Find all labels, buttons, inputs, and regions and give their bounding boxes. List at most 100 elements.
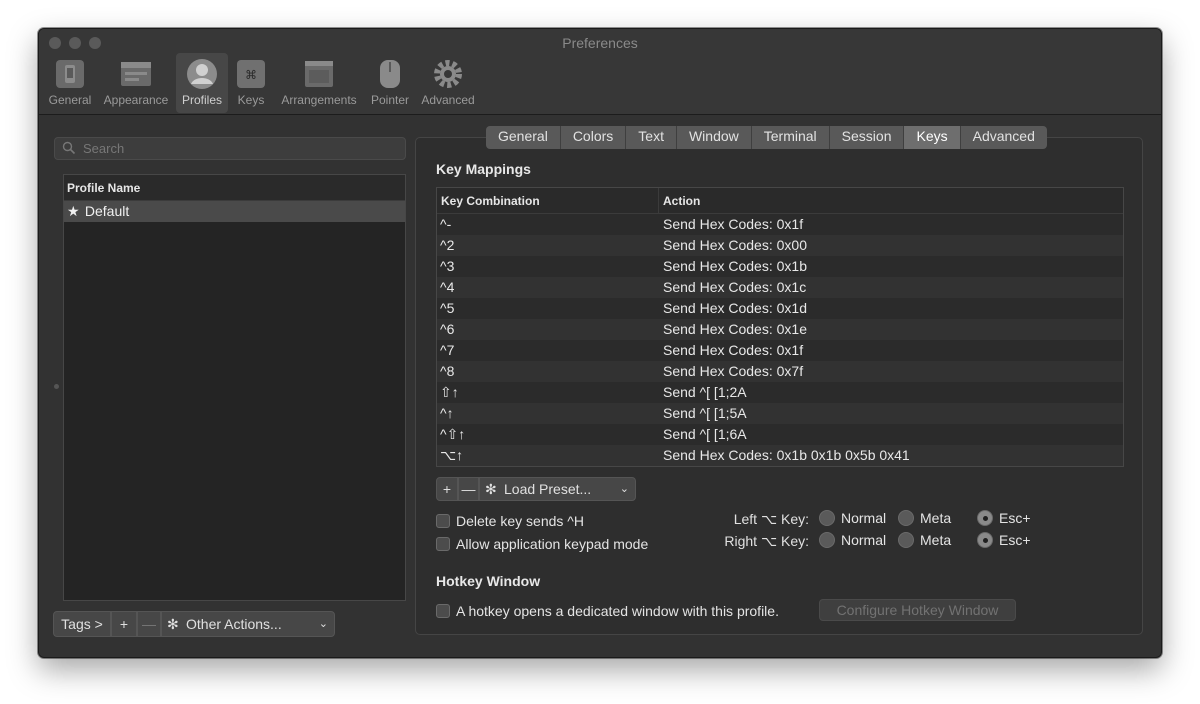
action-cell: Send Hex Codes: 0x1b 0x1b 0x5b 0x41	[663, 447, 910, 463]
action-cell: Send ^[ [1;2A	[663, 384, 747, 400]
key-combination-cell: ^3	[440, 258, 455, 274]
key-mapping-row[interactable]: ^8 Send Hex Codes: 0x7f	[437, 361, 1123, 382]
add-profile-button[interactable]: +	[111, 611, 137, 637]
star-icon: ★	[67, 203, 80, 219]
key-mapping-row[interactable]: ^↑ Send ^[ [1;5A	[437, 403, 1123, 424]
hotkey-window-title: Hotkey Window	[436, 573, 541, 589]
tags-button[interactable]: Tags >	[53, 611, 111, 637]
tab-colors[interactable]: Colors	[560, 126, 627, 149]
left-option-esc-radio[interactable]: Esc+	[977, 510, 1031, 526]
key-combination-cell: ^4	[440, 279, 455, 295]
profile-row-default[interactable]: ★ Default	[64, 201, 405, 222]
configure-hotkey-window-button[interactable]: Configure Hotkey Window	[819, 599, 1016, 621]
search-icon	[62, 141, 76, 155]
action-cell: Send ^[ [1;6A	[663, 426, 747, 442]
right-option-normal-radio[interactable]: Normal	[819, 532, 886, 548]
gear-icon: ✻	[167, 616, 179, 632]
delete-key-sends-h-checkbox[interactable]: Delete key sends ^H	[436, 513, 584, 529]
action-cell: Send Hex Codes: 0x1b	[663, 258, 807, 274]
key-mappings-title: Key Mappings	[436, 161, 531, 177]
key-combination-cell: ^2	[440, 237, 455, 253]
right-option-key-label: Right ⌥ Key:	[724, 533, 809, 549]
left-option-normal-radio[interactable]: Normal	[819, 510, 886, 526]
key-mapping-row[interactable]: ^6 Send Hex Codes: 0x1e	[437, 319, 1123, 340]
phone-switch-icon	[56, 60, 84, 88]
key-combination-cell: ^↑	[440, 405, 454, 421]
action-cell: Send Hex Codes: 0x1f	[663, 342, 804, 358]
profile-list: Profile Name ★ Default	[63, 174, 406, 601]
window-title: Preferences	[562, 35, 638, 51]
toolbar-pointer[interactable]: Pointer	[367, 53, 413, 113]
key-mapping-row[interactable]: ^7 Send Hex Codes: 0x1f	[437, 340, 1123, 361]
action-cell: Send Hex Codes: 0x1d	[663, 300, 807, 316]
profile-tabs: General Colors Text Window Terminal Sess…	[486, 126, 1047, 149]
gear-icon	[434, 60, 462, 88]
action-cell: Send ^[ [1;5A	[663, 405, 747, 421]
checkbox-box[interactable]	[436, 514, 450, 528]
arrangements-icon	[305, 61, 333, 87]
key-combination-cell: ^-	[440, 216, 452, 232]
tab-general[interactable]: General	[486, 126, 561, 149]
right-option-esc-radio[interactable]: Esc+	[977, 532, 1031, 548]
search-placeholder: Search	[83, 141, 125, 156]
other-actions-button[interactable]: ✻ Other Actions... ⌄	[161, 611, 335, 637]
profile-search-input[interactable]: Search	[54, 137, 406, 160]
chevron-down-icon: ⌄	[619, 483, 629, 495]
gear-icon: ✻	[485, 481, 497, 497]
tab-keys[interactable]: Keys	[904, 126, 961, 149]
svg-text:⌘: ⌘	[245, 68, 257, 82]
left-option-meta-radio[interactable]: Meta	[898, 510, 951, 526]
toolbar-arrangements[interactable]: Arrangements	[277, 53, 361, 113]
key-combination-cell: ⌥↑	[440, 447, 464, 463]
toolbar-advanced[interactable]: Advanced	[418, 53, 478, 113]
action-cell: Send Hex Codes: 0x1f	[663, 216, 804, 232]
profile-name: Default	[84, 203, 130, 219]
key-mapping-row[interactable]: ^4 Send Hex Codes: 0x1c	[437, 277, 1123, 298]
left-option-key-label: Left ⌥ Key:	[733, 511, 809, 527]
split-view-handle[interactable]	[54, 384, 59, 389]
right-option-meta-radio[interactable]: Meta	[898, 532, 951, 548]
window-icon	[121, 62, 151, 86]
tab-terminal[interactable]: Terminal	[751, 126, 830, 149]
remove-key-mapping-button[interactable]: —	[458, 477, 479, 501]
titlebar: Preferences General Appearance Profiles …	[39, 29, 1161, 115]
tab-advanced[interactable]: Advanced	[960, 126, 1047, 149]
key-mapping-row[interactable]: ^5 Send Hex Codes: 0x1d	[437, 298, 1123, 319]
add-key-mapping-button[interactable]: +	[436, 477, 458, 501]
key-combination-cell: ^7	[440, 342, 455, 358]
checkbox-box[interactable]	[436, 604, 450, 618]
tab-text[interactable]: Text	[626, 126, 677, 149]
key-mapping-row[interactable]: ^- Send Hex Codes: 0x1f	[437, 214, 1123, 235]
toolbar-appearance[interactable]: Appearance	[99, 53, 173, 113]
action-cell: Send Hex Codes: 0x1e	[663, 321, 807, 337]
toolbar-keys[interactable]: ⌘ Keys	[232, 53, 270, 113]
key-mapping-row[interactable]: ^2 Send Hex Codes: 0x00	[437, 235, 1123, 256]
mouse-icon	[380, 60, 400, 88]
preferences-window: Preferences General Appearance Profiles …	[38, 28, 1162, 658]
key-mappings-header: Key Combination Action	[437, 188, 1123, 214]
remove-profile-button[interactable]: —	[137, 611, 161, 637]
command-key-icon: ⌘	[237, 60, 265, 88]
column-action[interactable]: Action	[659, 188, 700, 213]
action-cell: Send Hex Codes: 0x00	[663, 237, 807, 253]
key-mapping-row[interactable]: ^3 Send Hex Codes: 0x1b	[437, 256, 1123, 277]
key-combination-cell: ^5	[440, 300, 455, 316]
key-mapping-row[interactable]: ^⇧↑ Send ^[ [1;6A	[437, 424, 1123, 445]
keypad-mode-checkbox[interactable]: Allow application keypad mode	[436, 536, 648, 552]
chevron-down-icon: ⌄	[318, 618, 328, 630]
checkbox-box[interactable]	[436, 537, 450, 551]
tab-session[interactable]: Session	[829, 126, 905, 149]
user-icon	[187, 59, 217, 89]
toolbar-general[interactable]: General	[45, 53, 95, 113]
key-combination-cell: ^8	[440, 363, 455, 379]
key-combination-cell: ⇧↑	[440, 384, 459, 400]
key-combination-cell: ^6	[440, 321, 455, 337]
tab-window[interactable]: Window	[676, 126, 752, 149]
toolbar-profiles[interactable]: Profiles	[176, 53, 228, 113]
key-mapping-row[interactable]: ⇧↑ Send ^[ [1;2A	[437, 382, 1123, 403]
key-mapping-row[interactable]: ⌥↑ Send Hex Codes: 0x1b 0x1b 0x5b 0x41	[437, 445, 1123, 466]
action-cell: Send Hex Codes: 0x7f	[663, 363, 804, 379]
column-key-combination[interactable]: Key Combination	[437, 188, 659, 213]
load-preset-button[interactable]: ✻ Load Preset... ⌄	[479, 477, 636, 501]
hotkey-dedicated-window-checkbox[interactable]: A hotkey opens a dedicated window with t…	[436, 603, 779, 619]
